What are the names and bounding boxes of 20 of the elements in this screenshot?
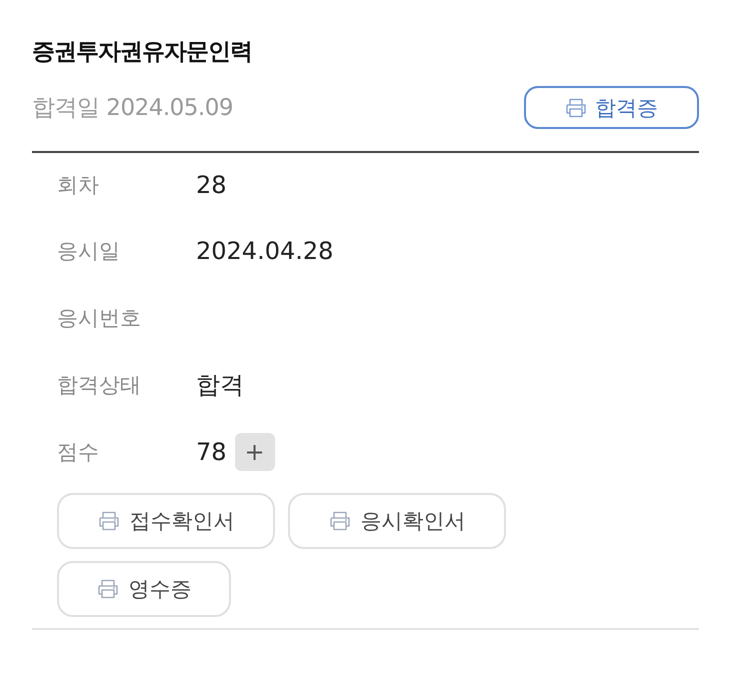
field-label: 합격상태 xyxy=(57,372,142,398)
printer-icon xyxy=(98,511,120,531)
pass-date: 합격일 2024.05.09 xyxy=(32,94,233,123)
field-label: 점수 xyxy=(57,438,100,466)
printer-icon xyxy=(96,579,118,599)
print-button[interactable]: 영수증 xyxy=(57,561,231,617)
field-label: 회차 xyxy=(57,172,100,199)
field-label: 응시번호 xyxy=(57,304,142,332)
field-label: 응시일 xyxy=(57,238,121,264)
certificate-button[interactable]: 합격증 xyxy=(524,86,699,129)
printer-icon xyxy=(328,511,350,531)
field-value: 28 xyxy=(196,171,227,199)
expand-button[interactable]: + xyxy=(234,432,275,470)
field-value: 합격 xyxy=(196,370,244,400)
printer-icon xyxy=(565,98,587,118)
field-value: 78 xyxy=(196,438,227,466)
field-value: 2024.04.28 xyxy=(196,236,334,264)
print-button[interactable]: 접수확인서 xyxy=(57,493,275,549)
print-button[interactable]: 응시확인서 xyxy=(288,493,506,549)
exam-title: 증권투자권유자문인력 xyxy=(32,38,253,67)
